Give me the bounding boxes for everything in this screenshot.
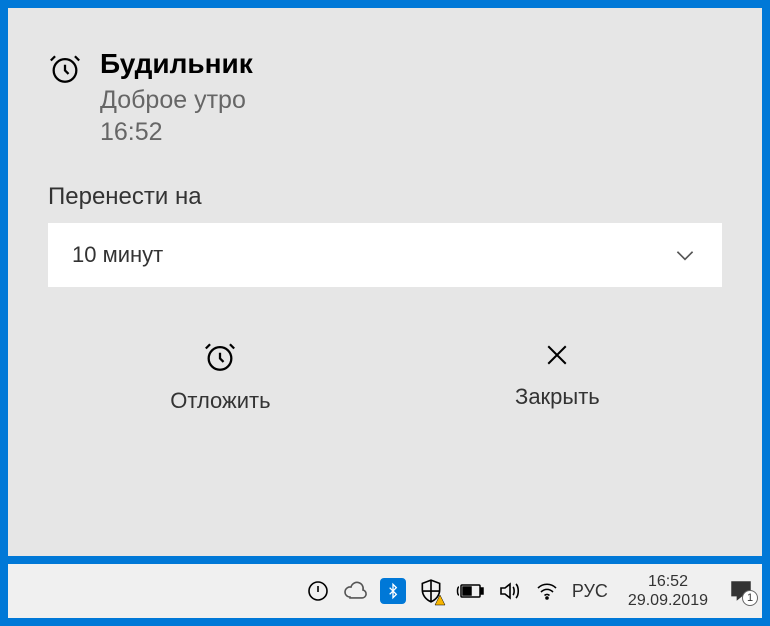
notification-badge: 1 — [742, 590, 758, 606]
clock-time: 16:52 — [648, 572, 688, 591]
language-indicator[interactable]: РУС — [572, 581, 608, 602]
action-center-icon[interactable]: 1 — [728, 578, 754, 604]
security-icon[interactable] — [418, 578, 444, 604]
snooze-button-label: Отложить — [170, 388, 270, 414]
snooze-button[interactable]: Отложить — [146, 332, 294, 422]
notification-title: Будильник — [100, 48, 253, 80]
wifi-icon[interactable] — [534, 579, 560, 603]
bluetooth-icon[interactable] — [380, 578, 406, 604]
power-icon[interactable] — [306, 579, 330, 603]
volume-icon[interactable] — [496, 579, 522, 603]
snooze-dropdown[interactable]: 10 минут — [48, 223, 722, 287]
notification-header: Будильник Доброе утро 16:52 — [48, 48, 722, 147]
clock-date: 29.09.2019 — [628, 591, 708, 610]
notification-subtitle: Доброе утро — [100, 84, 253, 118]
alarm-notification: Будильник Доброе утро 16:52 Перенести на… — [8, 8, 762, 556]
battery-icon[interactable] — [456, 582, 484, 600]
notification-text-block: Будильник Доброе утро 16:52 — [100, 48, 253, 147]
dropdown-selected-value: 10 минут — [72, 242, 163, 268]
alarm-icon — [203, 340, 237, 374]
alarm-icon — [48, 48, 82, 86]
notification-time: 16:52 — [100, 118, 253, 147]
close-button[interactable]: Закрыть — [491, 332, 624, 422]
snooze-label: Перенести на — [48, 183, 722, 211]
notification-actions: Отложить Закрыть — [48, 332, 722, 422]
close-icon — [542, 340, 572, 370]
cloud-icon[interactable] — [342, 579, 368, 603]
system-tray: РУС — [306, 578, 608, 604]
chevron-down-icon — [672, 242, 698, 268]
close-button-label: Закрыть — [515, 384, 600, 410]
taskbar-clock[interactable]: 16:52 29.09.2019 — [620, 572, 716, 610]
taskbar: РУС 16:52 29.09.2019 1 — [8, 564, 762, 618]
